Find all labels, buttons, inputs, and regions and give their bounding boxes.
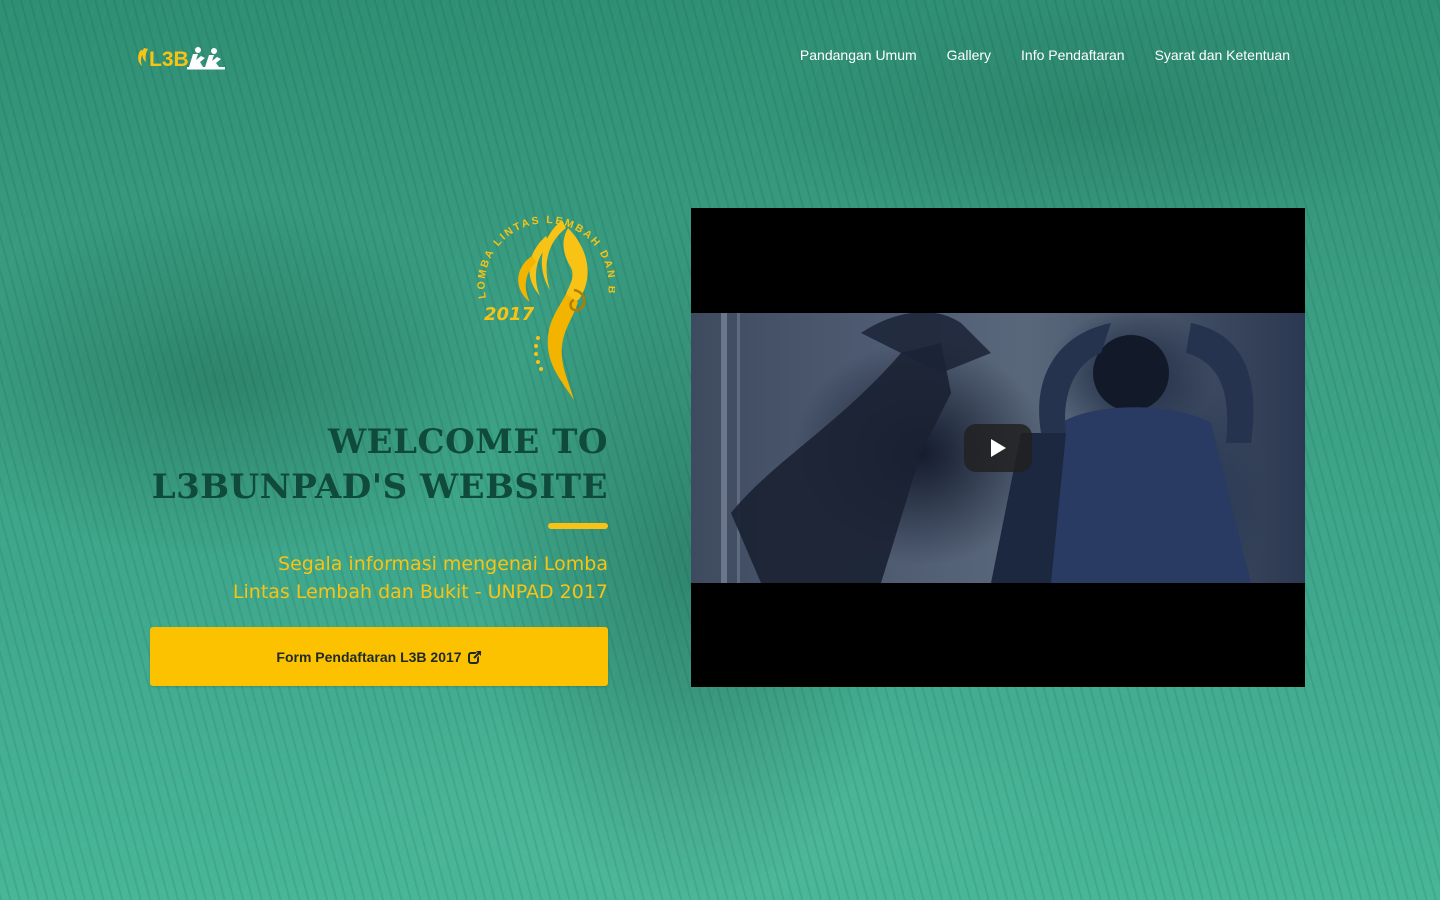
l3b-logo-icon: L3B [138,47,225,71]
svg-text:L3B: L3B [149,48,189,71]
subtitle-line-2: Lintas Lembah dan Bukit - UNPAD 2017 [232,581,608,603]
registration-form-button[interactable]: Form Pendaftaran L3B 2017 [150,627,608,686]
subtitle-line-1: Segala informasi mengenai Lomba [278,553,608,575]
title-line-2: L3BUNPAD'S WEBSITE [151,467,608,507]
external-link-icon [467,649,482,664]
hero-subtitle: Segala informasi mengenai Lomba Lintas L… [188,550,608,606]
nav-link-pandangan-umum[interactable]: Pandangan Umum [800,46,917,64]
page-title: WELCOME TO L3BUNPAD'S WEBSITE [148,420,608,510]
nav-link-gallery[interactable]: Gallery [947,46,991,64]
video-player[interactable] [691,208,1305,687]
navbar: L3B Pandangan Umum Gallery Info Pendafta… [0,0,1440,110]
event-emblem: LOMBA LINTAS LEMBAH DAN BUKIT 2017 [465,189,616,408]
l3b-2017-emblem-icon: LOMBA LINTAS LEMBAH DAN BUKIT 2017 [465,189,616,400]
video-play-button[interactable] [964,424,1032,472]
nav-link-info-pendaftaran[interactable]: Info Pendaftaran [1021,46,1125,64]
title-line-1: WELCOME TO [328,422,608,462]
registration-form-label: Form Pendaftaran L3B 2017 [276,648,462,665]
title-divider [548,523,608,529]
play-icon [991,439,1006,457]
svg-text:2017: 2017 [484,304,535,325]
main-menu: Pandangan Umum Gallery Info Pendaftaran … [800,46,1290,64]
brand-logo[interactable]: L3B [135,42,227,72]
nav-link-syarat-dan-ketentuan[interactable]: Syarat dan Ketentuan [1155,46,1290,64]
